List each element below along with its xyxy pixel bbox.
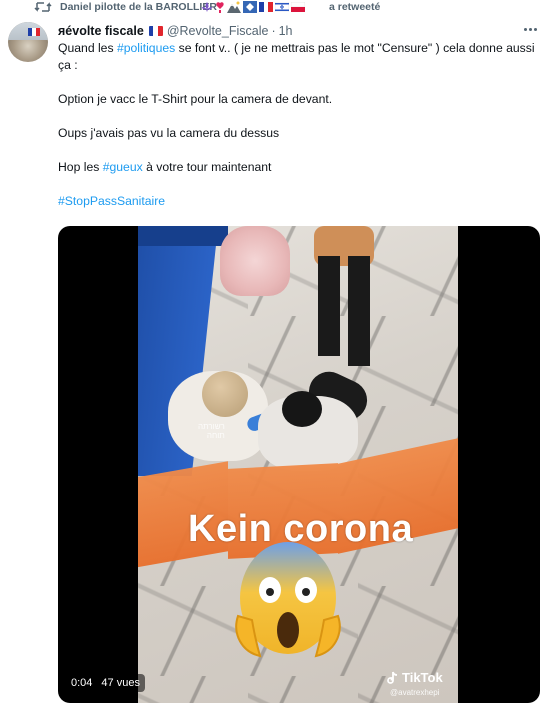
display-name[interactable]: яévolte fiscale — [58, 24, 144, 38]
flag-france-icon — [259, 2, 273, 12]
tiktok-username: @avatrexhepi — [390, 688, 440, 697]
tweet-paragraph-1: Quand les #politiques se font v.. ( je n… — [58, 41, 535, 72]
retweeter-name[interactable]: Daniel pilotte de la BAROLLIER — [60, 1, 217, 13]
standing-person — [304, 226, 384, 366]
shelf — [220, 226, 290, 296]
tweet-header: яévolte fiscale @Revolte_Fiscale · 1h — [58, 23, 293, 39]
tiktok-icon — [387, 671, 398, 684]
tweet-time[interactable]: 1h — [279, 24, 293, 38]
video-views: 47 vues — [101, 677, 140, 689]
tweet-paragraph-4: Hop les #gueux à votre tour maintenant — [58, 160, 272, 174]
retweeter-emojis — [201, 0, 305, 14]
hashtag-politiques[interactable]: #politiques — [117, 41, 175, 55]
separator-dot: · — [271, 24, 276, 38]
retweet-context: Daniel pilotte de la BAROLLIER a retweet… — [0, 0, 550, 16]
heart-exclamation-icon — [216, 2, 224, 13]
flag-israel-icon — [275, 2, 289, 12]
hashtag-gueux[interactable]: #gueux — [103, 160, 143, 174]
fleur-de-lis-icon — [202, 2, 212, 12]
face-screaming-in-fear-emoji — [235, 542, 341, 658]
tweet-paragraph-2: Option je vacc le T-Shirt pour la camera… — [58, 92, 333, 106]
tiktok-brand: TikTok — [402, 670, 443, 685]
tweet-paragraph-5: #StopPassSanitaire — [58, 193, 543, 210]
flag-icon-blue — [243, 1, 257, 13]
tiktok-watermark: TikTok — [386, 670, 443, 685]
video-meta: 0:04 47 vues — [66, 674, 145, 692]
tweet-paragraph-3: Oups j'avais pas vu la camera du dessus — [58, 126, 280, 140]
video-duration: 0:04 — [71, 677, 93, 689]
avatar-flag-icon — [28, 28, 40, 36]
tweet-text: Quand les #politiques se font v.. ( je n… — [58, 40, 543, 210]
retweet-suffix: a retweeté — [329, 1, 381, 13]
more-icon[interactable] — [520, 21, 540, 37]
avatar[interactable] — [8, 22, 48, 62]
video-player[interactable]: רשורתה תוחה Kein corona TikTok @avatrexh… — [58, 226, 540, 703]
mountain-icon — [227, 1, 241, 13]
hashtag-stoppasssanitaire[interactable]: #StopPassSanitaire — [58, 194, 165, 208]
retweet-icon — [34, 2, 52, 12]
user-handle[interactable]: @Revolte_Fiscale — [167, 24, 269, 38]
flag-france-icon — [148, 26, 163, 36]
flag-poland-icon — [291, 2, 305, 12]
